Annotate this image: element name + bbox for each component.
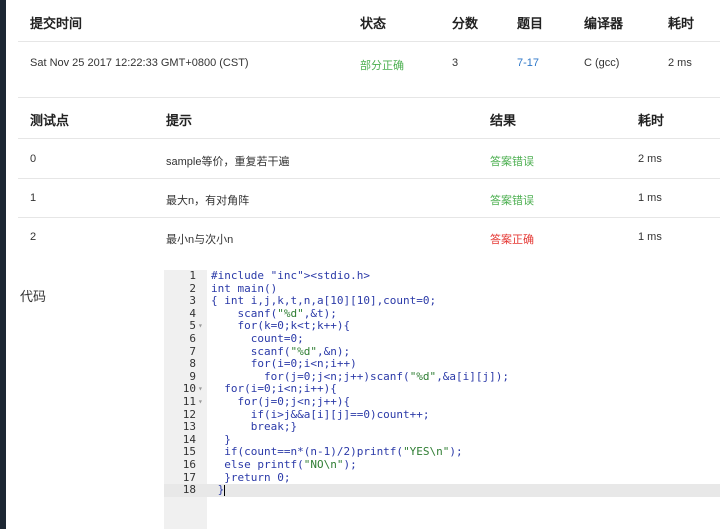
header-compiler: 编译器 [584, 16, 624, 31]
header-elapsed: 耗时 [668, 16, 695, 31]
testcase-table: 测试点 提示 结果 耗时 0 sample等价，重复若干遍 答案错误 2 ms … [18, 97, 720, 257]
code-line[interactable]: 3 { int i,j,k,t,n,a[10][10],count=0; [164, 295, 720, 308]
code-text: for(i=0;i<n;i++) [211, 357, 357, 371]
code-text: #include "inc"><stdio.h> [211, 269, 370, 282]
testcase-result: 答案正确 [490, 234, 534, 246]
fold-toggle-icon[interactable]: ▾ [198, 396, 203, 409]
header-testcase: 测试点 [30, 113, 70, 128]
line-number: 11 [182, 394, 196, 408]
code-line[interactable]: 18 } [164, 483, 720, 497]
testcase-elapsed: 1 ms [638, 231, 662, 243]
header-result: 结果 [490, 113, 517, 128]
divider [18, 178, 720, 179]
divider [18, 217, 720, 218]
code-text: } [211, 483, 226, 497]
submission-time: Sat Nov 25 2017 12:22:33 GMT+0800 (CST) [30, 57, 249, 69]
code-editor[interactable]: 1 #include "inc"><stdio.h> 2 int main() 3{ i… [164, 269, 720, 529]
fold-toggle-icon[interactable]: ▾ [198, 383, 203, 396]
fold-toggle-icon[interactable]: ▾ [198, 320, 203, 333]
line-number: 16 [182, 457, 196, 471]
code-text: for(j=0;j<n;j++){ [211, 394, 351, 408]
header-submit-time: 提交时间 [30, 16, 83, 31]
header-hint: 提示 [166, 113, 193, 128]
code-line[interactable]: 17 }return 0; [164, 471, 720, 485]
submission-table: 提交时间 状态 分数 题目 编译器 耗时 Sat Nov 25 2017 12:… [18, 0, 720, 100]
problem-link[interactable]: 7-17 [517, 57, 539, 69]
header-testcase-elapsed: 耗时 [638, 113, 665, 128]
code-label: 代码 [20, 289, 47, 304]
code-line[interactable]: 13 break;} [164, 421, 720, 434]
code-line[interactable]: 1 #include "inc"><stdio.h> [164, 269, 720, 283]
code-text: break;} [211, 420, 298, 434]
text-cursor [224, 484, 226, 496]
testcase-elapsed: 1 ms [638, 192, 662, 204]
testcase-elapsed: 2 ms [638, 153, 662, 165]
line-number: 1 [189, 269, 196, 282]
code-text: { int i,j,k,t,n,a[10][10],count=0; [211, 294, 437, 308]
code-lines: 1 #include "inc"><stdio.h> 2 int main() 3{ i… [164, 269, 720, 497]
divider [18, 41, 720, 42]
divider [18, 138, 720, 139]
line-number: 3 [189, 294, 196, 308]
testcase-id: 2 [30, 231, 37, 243]
testcase-hint: 最小n与次小n [166, 234, 234, 246]
testcase-result: 答案错误 [490, 156, 534, 168]
submission-elapsed: 2 ms [668, 57, 692, 69]
code-line[interactable]: 16 else printf("NO\n"); [164, 457, 720, 472]
submission-compiler: C (gcc) [584, 57, 620, 69]
line-number: 8 [189, 357, 196, 371]
testcase-result: 答案错误 [490, 195, 534, 207]
code-line[interactable]: 6 count=0; [164, 331, 720, 346]
testcase-id: 0 [30, 153, 37, 165]
code-text: else printf("NO\n"); [211, 457, 357, 471]
header-status: 状态 [360, 16, 387, 31]
header-problem: 题目 [517, 16, 544, 31]
code-line[interactable]: 11 ▾ for(j=0;j<n;j++){ [164, 394, 720, 409]
line-number: 13 [182, 420, 196, 434]
code-line[interactable]: 8 for(i=0;i<n;i++) [164, 358, 720, 371]
testcase-id: 1 [30, 192, 37, 204]
line-number: 18 [182, 483, 196, 497]
submission-score: 3 [452, 57, 459, 69]
testcase-hint: 最大n，有对角阵 [166, 195, 250, 207]
left-window-edge [0, 0, 6, 529]
submission-status: 部分正确 [360, 60, 404, 72]
testcase-hint: sample等价，重复若干遍 [166, 156, 290, 168]
line-number: 6 [189, 331, 196, 345]
header-score: 分数 [452, 16, 479, 31]
